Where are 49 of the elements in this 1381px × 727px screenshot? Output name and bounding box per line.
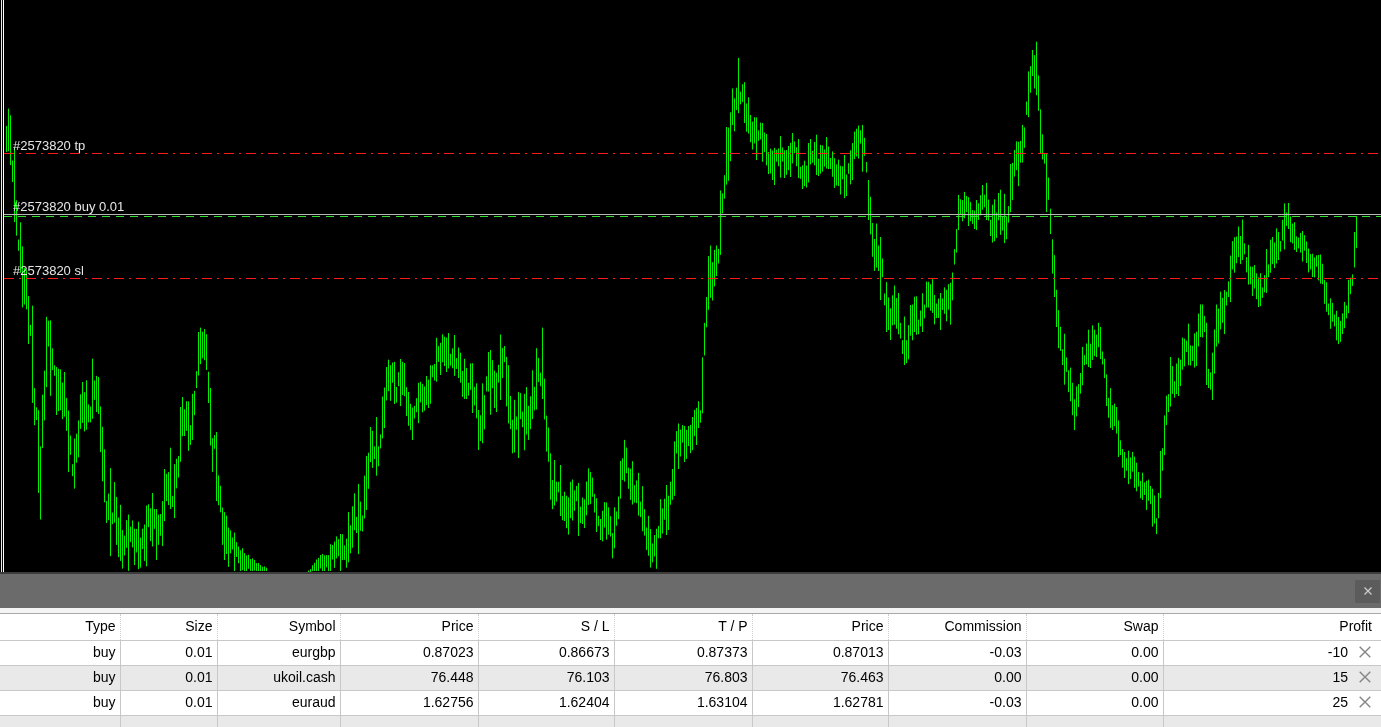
- close-icon: [1363, 587, 1372, 595]
- table-cell: 1.63104: [614, 690, 752, 715]
- table-cell: 0.01: [120, 665, 217, 690]
- column-header[interactable]: Swap: [1026, 614, 1163, 640]
- table-cell: 0.87373: [614, 640, 752, 665]
- table-cell: 1.62781: [752, 690, 888, 715]
- column-header[interactable]: Price: [340, 614, 478, 640]
- table-cell: euraud: [217, 690, 340, 715]
- table-cell: 0.01: [120, 640, 217, 665]
- table-cell: 0.87023: [340, 640, 478, 665]
- column-header[interactable]: Profit: [1163, 614, 1381, 640]
- table-cell: 76.448: [340, 665, 478, 690]
- table-cell: 0.00: [1026, 690, 1163, 715]
- table-cell: -10: [1327, 644, 1348, 660]
- column-header[interactable]: S / L: [478, 614, 614, 640]
- column-header[interactable]: Price: [752, 614, 888, 640]
- trade-line-label: #2573820 tp: [13, 139, 86, 152]
- column-header[interactable]: Commission: [888, 614, 1026, 640]
- column-header[interactable]: Type: [0, 614, 120, 640]
- take-profit-line[interactable]: [3, 153, 1381, 154]
- close-icon[interactable]: [1359, 696, 1371, 708]
- close-button[interactable]: [1355, 579, 1380, 603]
- table-cell: 1.62404: [478, 690, 614, 715]
- table-cell: 0.87013: [752, 640, 888, 665]
- column-header[interactable]: T / P: [614, 614, 752, 640]
- table-cell: 1.62756: [340, 690, 478, 715]
- table-cell: buy: [0, 665, 120, 690]
- table-cell: 0.00: [1026, 665, 1163, 690]
- table-cell: 0.00: [888, 665, 1026, 690]
- stop-loss-line[interactable]: [3, 278, 1381, 279]
- table-cell: buy: [0, 690, 120, 715]
- table-cell: ukoil.cash: [217, 665, 340, 690]
- table-cell: 15: [1332, 669, 1348, 685]
- close-icon[interactable]: [1359, 646, 1371, 658]
- table-cell: -0.03: [888, 690, 1026, 715]
- table-cell: 76.103: [478, 665, 614, 690]
- close-icon[interactable]: [1359, 671, 1371, 683]
- table-cell: 0.01: [120, 690, 217, 715]
- table-cell: 0.86673: [478, 640, 614, 665]
- table-cell: buy: [0, 640, 120, 665]
- column-header[interactable]: Size: [120, 614, 217, 640]
- table-cell: 25: [1332, 694, 1348, 710]
- table-cell: -0.03: [888, 640, 1026, 665]
- entry-line[interactable]: [3, 214, 1381, 217]
- table-cell: eurgbp: [217, 640, 340, 665]
- table-cell: 0.00: [1026, 640, 1163, 665]
- table-cell: 76.463: [752, 665, 888, 690]
- column-header[interactable]: Symbol: [217, 614, 340, 640]
- table-cell: 76.803: [614, 665, 752, 690]
